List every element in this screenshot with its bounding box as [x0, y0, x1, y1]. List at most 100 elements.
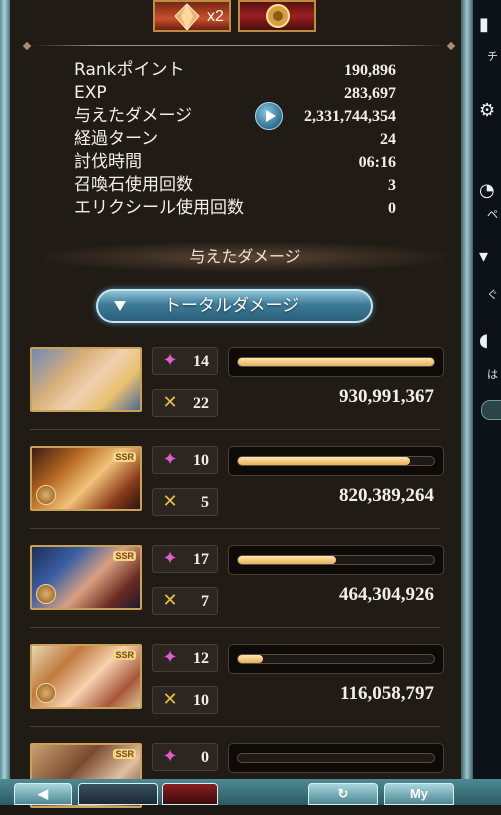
damage-bar: [228, 347, 444, 377]
tab-label: トータルダメージ: [164, 296, 300, 316]
skill-count: 14: [193, 353, 209, 370]
sparkle-star-icon: ✦: [162, 449, 178, 470]
damage-bar: [228, 545, 444, 575]
character-portrait[interactable]: SSR: [30, 446, 142, 511]
circle-icon[interactable]: ◖: [479, 330, 501, 352]
stat-label: 討伐時間: [74, 152, 142, 172]
damage-value: 116,058,797: [340, 683, 434, 704]
stat-value: 0: [388, 200, 396, 217]
item-icon: [238, 0, 316, 32]
ssr-badge: SSR: [113, 551, 136, 561]
stat-label: 与えたダメージ: [74, 106, 193, 126]
side-label: ペ: [487, 208, 498, 221]
side-label: は: [487, 368, 498, 381]
character-row: SSR ✦ 12 ✕ 10 116,058,797: [30, 644, 444, 716]
my-page-button[interactable]: My: [384, 783, 454, 805]
element-orb-icon: [36, 584, 56, 604]
skill-count: 12: [193, 650, 209, 667]
character-row: SSR ✦ 17 ✕ 7 464,304,926: [30, 545, 444, 617]
sparkle-star-icon: ✦: [162, 350, 178, 371]
stat-value: 3: [388, 177, 396, 194]
ssr-badge: SSR: [113, 749, 136, 759]
my-page-label: My: [409, 786, 429, 801]
ornament-divider: [22, 41, 456, 51]
ougi-count: 10: [193, 692, 209, 709]
damage-bar-fill: [238, 655, 263, 663]
damage-bar: [228, 743, 444, 773]
side-panel: ▮ チ ⚙ ◔ ペ ▾ ぐ ◖ は: [473, 0, 501, 805]
gear-icon[interactable]: ⚙: [479, 100, 501, 122]
damage-bar-fill: [238, 457, 411, 465]
item-quantity: x2: [207, 8, 224, 25]
stat-value: 06:16: [358, 154, 396, 171]
element-orb-icon: [36, 485, 56, 505]
stat-label: エリクシール使用回数: [74, 198, 244, 218]
sparkle-star-icon: ✦: [162, 548, 178, 569]
skill-count-badge: ✦ 10: [152, 446, 218, 474]
side-label: チ: [487, 50, 498, 63]
ougi-count-badge: ✕ 22: [152, 389, 218, 417]
stat-label: 召喚石使用回数: [74, 175, 193, 195]
triangle-down-icon: [114, 301, 126, 311]
skill-count: 10: [193, 452, 209, 469]
damage-bar-fill: [238, 556, 336, 564]
row-divider: [30, 429, 440, 430]
sparkle-star-icon: ✦: [162, 746, 178, 767]
character-row: ✦ 14 ✕ 22 930,991,367: [30, 347, 444, 419]
ougi-count: 7: [201, 593, 209, 610]
play-icon[interactable]: [255, 102, 283, 130]
skill-count-badge: ✦ 14: [152, 347, 218, 375]
stat-summons: 召喚石使用回数 3: [74, 174, 396, 196]
row-divider: [30, 528, 440, 529]
user-icon[interactable]: ◔: [479, 180, 501, 202]
damage-value: 464,304,926: [339, 584, 434, 605]
skill-count: 17: [193, 551, 209, 568]
bottom-nav-bar: ◀ ↻ My: [0, 779, 501, 805]
stat-damage: 与えたダメージ 2,331,744,354: [74, 105, 396, 127]
side-toggle[interactable]: [481, 400, 501, 420]
damage-bar: [228, 644, 444, 674]
ougi-count-badge: ✕ 10: [152, 686, 218, 714]
item-icon: x2: [153, 0, 231, 32]
stat-turns: 経過ターン 24: [74, 128, 396, 150]
crossed-swords-icon: ✕: [162, 491, 178, 512]
total-damage-tab[interactable]: トータルダメージ: [96, 289, 373, 323]
row-divider: [30, 726, 440, 727]
character-portrait[interactable]: SSR: [30, 644, 142, 709]
ougi-count: 22: [193, 395, 209, 412]
ougi-count-badge: ✕ 5: [152, 488, 218, 516]
character-portrait[interactable]: SSR: [30, 545, 142, 610]
damage-value: 930,991,367: [339, 386, 434, 407]
stat-label: EXP: [74, 83, 107, 103]
left-frame: [0, 0, 10, 805]
skill-count: 0: [201, 749, 209, 766]
quick-item-slot[interactable]: [162, 783, 218, 805]
quick-item-slot[interactable]: [78, 783, 158, 805]
stat-time: 討伐時間 06:16: [74, 151, 396, 173]
side-menu-icon[interactable]: ▮: [479, 14, 501, 36]
reload-button[interactable]: ↻: [308, 783, 378, 805]
panel-divider-frame: [461, 0, 473, 805]
damage-value: 820,389,264: [339, 485, 434, 506]
stat-rank-points: Rankポイント 190,896: [74, 59, 396, 81]
stat-label: Rankポイント: [74, 60, 185, 80]
character-portrait[interactable]: [30, 347, 142, 412]
section-title: 与えたダメージ: [45, 242, 445, 272]
stat-label: 経過ターン: [74, 129, 159, 149]
row-divider: [30, 627, 440, 628]
arrow-icon[interactable]: ▾: [479, 246, 501, 268]
crossed-swords-icon: ✕: [162, 689, 178, 710]
stat-elixirs: エリクシール使用回数 0: [74, 197, 396, 219]
skill-count-badge: ✦ 12: [152, 644, 218, 672]
damage-bar: [228, 446, 444, 476]
gold-seal-icon: [266, 4, 290, 28]
side-label: ぐ: [487, 288, 498, 301]
crystal-icon: [174, 3, 200, 30]
crossed-swords-icon: ✕: [162, 590, 178, 611]
sparkle-star-icon: ✦: [162, 647, 178, 668]
character-row: SSR ✦ 10 ✕ 5 820,389,264: [30, 446, 444, 518]
back-button[interactable]: ◀: [14, 783, 72, 805]
stat-value: 24: [380, 131, 396, 148]
skill-count-badge: ✦ 0: [152, 743, 218, 771]
stat-value: 2,331,744,354: [304, 108, 396, 125]
